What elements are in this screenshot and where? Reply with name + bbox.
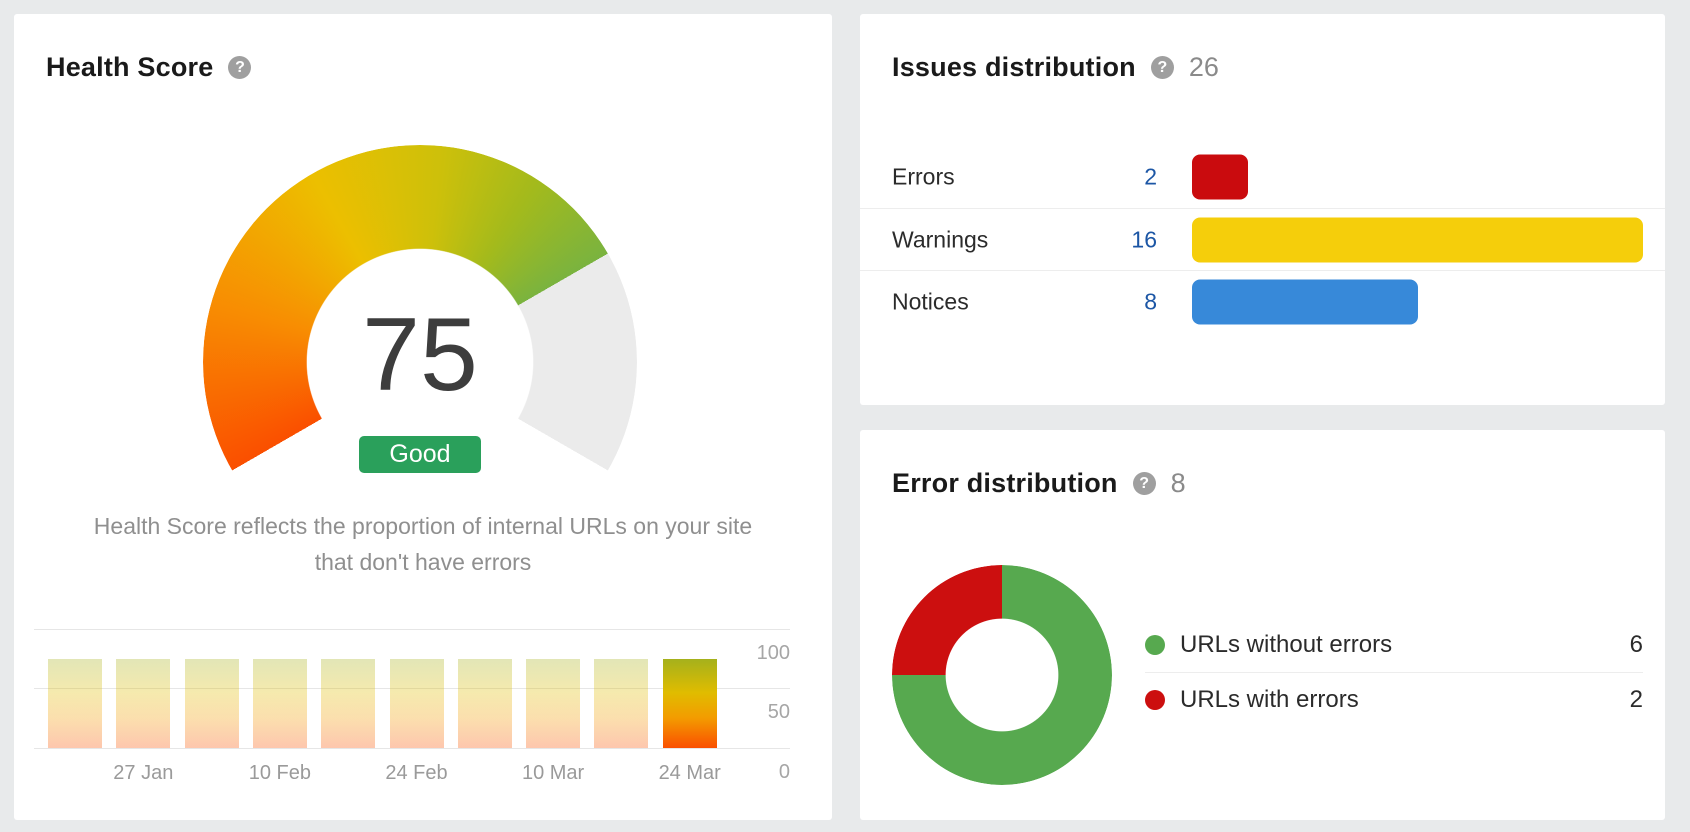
history-bar[interactable] bbox=[252, 658, 307, 748]
issue-row-errors: Errors 2 bbox=[860, 146, 1665, 208]
x-axis-tick: 27 Jan bbox=[113, 762, 174, 784]
history-bar[interactable] bbox=[48, 658, 102, 748]
health-score-card: Health Score ? 75 Good Health Score refl… bbox=[14, 14, 832, 820]
help-icon[interactable]: ? bbox=[1132, 472, 1156, 495]
history-bar[interactable] bbox=[662, 658, 717, 748]
history-bar[interactable] bbox=[594, 658, 649, 748]
legend-label: URLs without errors bbox=[1180, 631, 1393, 658]
health-history-chart[interactable]: 100 50 0 27 Jan 10 Feb 24 Feb 10 Mar 24 Mar bbox=[34, 629, 790, 784]
issue-count-link[interactable]: 2 bbox=[1060, 164, 1157, 191]
gridline bbox=[34, 748, 790, 749]
issue-row-warnings: Warnings 16 bbox=[860, 208, 1665, 270]
history-bar[interactable] bbox=[526, 658, 581, 748]
error-distribution-title: Error distribution bbox=[892, 468, 1118, 498]
history-bar[interactable] bbox=[321, 658, 376, 748]
issue-label: Errors bbox=[892, 163, 955, 190]
issues-distribution-title: Issues distribution bbox=[892, 52, 1136, 82]
issue-bar[interactable] bbox=[1192, 217, 1643, 262]
help-icon[interactable]: ? bbox=[1150, 56, 1174, 79]
help-icon[interactable]: ? bbox=[228, 56, 252, 79]
legend-value: 6 bbox=[1629, 631, 1643, 658]
issue-count-link[interactable]: 16 bbox=[1060, 226, 1157, 253]
issue-bar[interactable] bbox=[1192, 279, 1418, 324]
history-bar[interactable] bbox=[457, 658, 512, 748]
health-score-title: Health Score bbox=[46, 52, 214, 82]
error-distribution-card: Error distribution ? 8 URLs without erro… bbox=[860, 430, 1665, 820]
health-status-badge: Good bbox=[359, 436, 481, 473]
health-score-header: Health Score ? bbox=[46, 52, 252, 83]
health-score-value: 75 bbox=[362, 297, 478, 413]
x-axis-tick: 24 Feb bbox=[385, 762, 448, 784]
issue-row-notices: Notices 8 bbox=[860, 270, 1665, 332]
health-score-description: Health Score reflects the proportion of … bbox=[93, 513, 753, 575]
legend-row-urls-without-errors: URLs without errors 6 bbox=[1145, 618, 1643, 672]
issue-bar[interactable] bbox=[1192, 154, 1248, 200]
issues-distribution-card: Issues distribution ? 26 Errors 2 Warnin… bbox=[860, 14, 1665, 405]
history-bar[interactable] bbox=[389, 658, 444, 748]
issues-distribution-header: Issues distribution ? 26 bbox=[892, 52, 1219, 83]
legend-row-urls-with-errors: URLs with errors 2 bbox=[1145, 672, 1643, 726]
legend-dot-green bbox=[1145, 635, 1165, 655]
issue-label: Warnings bbox=[892, 226, 989, 252]
errors-total-count: 8 bbox=[1170, 468, 1186, 498]
history-bar[interactable] bbox=[184, 658, 239, 748]
y-axis-tick: 100 bbox=[756, 642, 790, 664]
history-bar[interactable] bbox=[116, 658, 171, 748]
error-legend: URLs without errors 6 URLs with errors 2 bbox=[1145, 618, 1643, 726]
error-donut-chart[interactable] bbox=[892, 565, 1112, 785]
issue-label: Notices bbox=[892, 288, 969, 314]
legend-dot-red bbox=[1145, 689, 1165, 710]
x-axis-tick: 10 Feb bbox=[248, 762, 312, 784]
gridline bbox=[34, 629, 790, 630]
x-axis-tick: 10 Mar bbox=[521, 762, 585, 784]
legend-label: URLs with errors bbox=[1180, 685, 1359, 713]
legend-value: 2 bbox=[1629, 685, 1643, 713]
x-axis-tick: 24 Mar bbox=[658, 762, 721, 784]
issue-count-link[interactable]: 8 bbox=[1060, 288, 1157, 315]
issues-total-count: 26 bbox=[1188, 52, 1219, 82]
issues-list: Errors 2 Warnings 16 Notices 8 bbox=[860, 146, 1665, 332]
y-axis-tick: 50 bbox=[767, 701, 790, 723]
error-distribution-header: Error distribution ? 8 bbox=[892, 468, 1186, 499]
